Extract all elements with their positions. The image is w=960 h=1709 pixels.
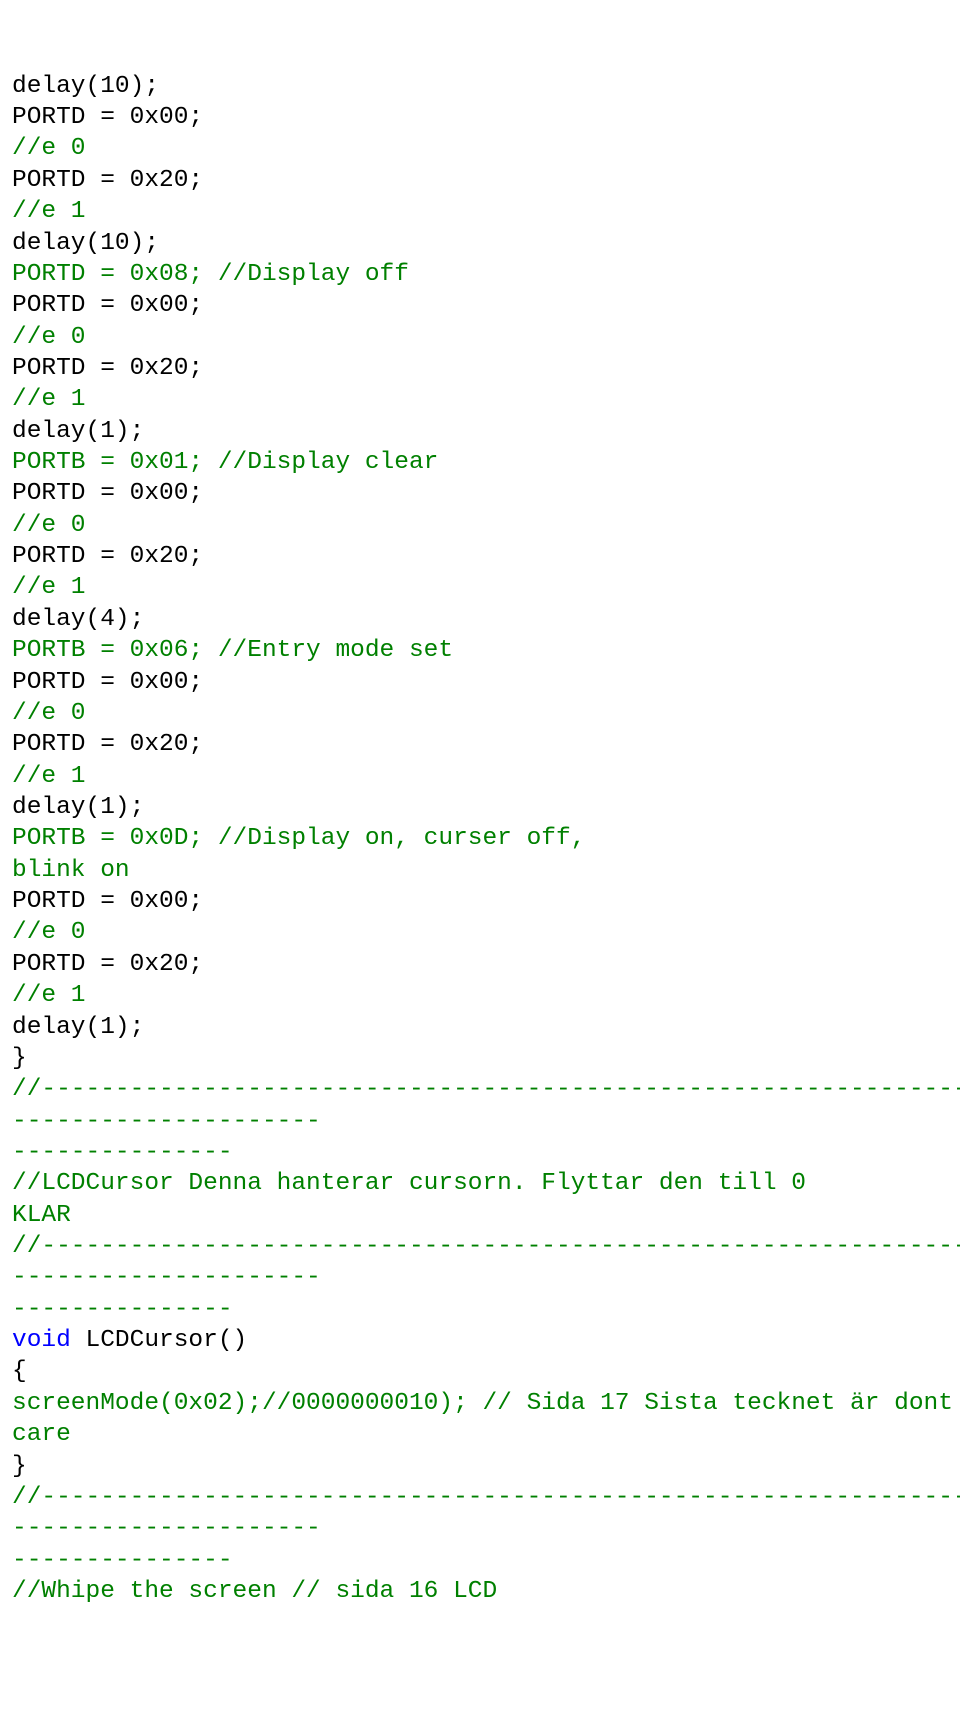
code-line: PORTD = 0x20; bbox=[12, 731, 203, 758]
code-line: //--------------------------------------… bbox=[12, 1076, 960, 1103]
code-line: PORTD = 0x08; //Display off bbox=[12, 261, 409, 288]
code-line: delay(1); bbox=[12, 794, 144, 821]
code-line: PORTD = 0x20; bbox=[12, 951, 203, 978]
code-line: //e 0 bbox=[12, 700, 86, 727]
code-line: PORTD = 0x20; bbox=[12, 167, 203, 194]
code-line: PORTD = 0x00; bbox=[12, 888, 203, 915]
code-line: care bbox=[12, 1421, 71, 1448]
code-line: --------------------- bbox=[12, 1515, 321, 1542]
code-line: //e 1 bbox=[12, 198, 86, 225]
code-line: delay(4); bbox=[12, 606, 144, 633]
code-line: } bbox=[12, 1453, 27, 1480]
code-line: KLAR bbox=[12, 1202, 71, 1229]
code-line: //--------------------------------------… bbox=[12, 1233, 960, 1260]
code-line: PORTD = 0x20; bbox=[12, 543, 203, 570]
code-line: //e 0 bbox=[12, 512, 86, 539]
code-line: delay(10); bbox=[12, 73, 159, 100]
code-token: void bbox=[12, 1327, 71, 1354]
code-line: PORTB = 0x06; //Entry mode set bbox=[12, 637, 453, 664]
code-line: PORTD = 0x00; bbox=[12, 669, 203, 696]
code-line: delay(1); bbox=[12, 418, 144, 445]
code-line: PORTD = 0x20; bbox=[12, 355, 203, 382]
code-line: --------------- bbox=[12, 1139, 233, 1166]
code-line: void LCDCursor() bbox=[12, 1327, 247, 1354]
code-line: PORTD = 0x00; bbox=[12, 292, 203, 319]
code-line: PORTD = 0x00; bbox=[12, 104, 203, 131]
code-line: --------------------- bbox=[12, 1264, 321, 1291]
code-line: delay(10); bbox=[12, 230, 159, 257]
code-line: delay(1); bbox=[12, 1014, 144, 1041]
code-line: //e 1 bbox=[12, 763, 86, 790]
code-line: //e 1 bbox=[12, 574, 86, 601]
code-line: PORTB = 0x0D; //Display on, curser off, bbox=[12, 825, 585, 852]
code-line: --------------- bbox=[12, 1547, 233, 1574]
code-line: blink on bbox=[12, 857, 130, 884]
code-line: //e 0 bbox=[12, 135, 86, 162]
code-line: PORTD = 0x00; bbox=[12, 480, 203, 507]
code-line: } bbox=[12, 1045, 27, 1072]
code-line: --------------------- bbox=[12, 1108, 321, 1135]
code-line: //e 1 bbox=[12, 982, 86, 1009]
code-token: LCDCursor() bbox=[71, 1327, 247, 1354]
code-line: //e 0 bbox=[12, 324, 86, 351]
code-line: //e 1 bbox=[12, 386, 86, 413]
code-line: --------------- bbox=[12, 1296, 233, 1323]
code-line: //e 0 bbox=[12, 919, 86, 946]
code-line: //--------------------------------------… bbox=[12, 1484, 960, 1511]
code-line: //Whipe the screen // sida 16 LCD bbox=[12, 1578, 497, 1605]
code-line: PORTB = 0x01; //Display clear bbox=[12, 449, 438, 476]
code-line: //LCDCursor Denna hanterar cursorn. Flyt… bbox=[12, 1170, 806, 1197]
code-line: { bbox=[12, 1358, 27, 1385]
code-line: screenMode(0x02);//0000000010); // Sida … bbox=[12, 1390, 953, 1417]
code-block: delay(10); PORTD = 0x00; //e 0 PORTD = 0… bbox=[12, 71, 948, 1608]
